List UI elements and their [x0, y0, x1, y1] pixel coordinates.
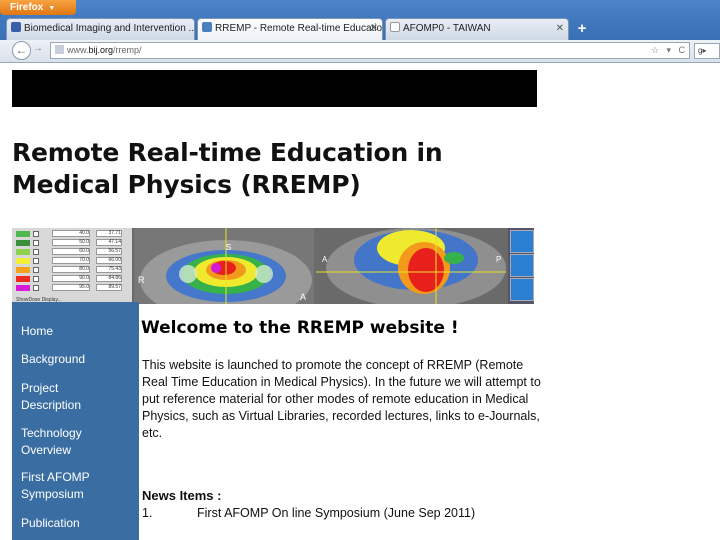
view-thumbnails	[508, 228, 534, 304]
url-prefix: www.	[67, 45, 89, 55]
isodose-row: 40.0 37.71	[12, 230, 132, 238]
url-path: /rremp/	[113, 45, 142, 55]
tab-favicon-icon	[11, 22, 21, 32]
reload-icon[interactable]: C	[679, 45, 686, 55]
close-tab-icon[interactable]: ✕	[370, 19, 378, 39]
browser-titlebar: Firefox ▼ Biomedical Imaging and Interven…	[0, 0, 720, 40]
isodose-row: 50.0 47.14	[12, 239, 132, 247]
search-box[interactable]: g▸	[694, 43, 720, 59]
new-tab-button[interactable]: +	[572, 19, 592, 39]
isodose-percent: 95.0	[52, 284, 90, 291]
welcome-heading: Welcome to the RREMP website !	[141, 318, 459, 338]
forward-button[interactable]: →	[33, 43, 43, 54]
isodose-percent: 50.0	[52, 239, 90, 246]
nav-technology-overview[interactable]: Technology Overview	[21, 425, 121, 459]
tab-afomp-taiwan[interactable]: AFOMP0 - TAIWAN ✕	[385, 18, 569, 40]
isodose-color-swatch	[16, 231, 30, 237]
tab-rremp[interactable]: RREMP - Remote Real-time Education ... ✕	[197, 18, 383, 40]
isodose-percent: 60.0	[52, 248, 90, 255]
svg-text:A: A	[322, 255, 328, 264]
history-dropdown-icon[interactable]: ▾	[666, 45, 671, 55]
isodose-percent: 80.0	[52, 266, 90, 273]
tab-biomedical-imaging[interactable]: Biomedical Imaging and Intervention ...	[6, 18, 195, 40]
isodose-color-swatch	[16, 267, 30, 273]
news-heading: News Items :	[142, 488, 222, 503]
isodose-color-swatch	[16, 249, 30, 255]
isodose-row: 90.0 84.86	[12, 275, 132, 283]
nav-project-description[interactable]: Project Description	[21, 380, 113, 414]
isodose-color-swatch	[16, 240, 30, 246]
dropdown-caret-icon: ▼	[48, 5, 56, 12]
tab-label: AFOMP0 - TAIWAN	[403, 23, 491, 34]
navigation-toolbar: ← → www.bij.org/rremp/ ☆ ▾ C g▸	[0, 40, 720, 63]
site-title: Remote Real-time Education in Medical Ph…	[12, 137, 552, 201]
tab-favicon-icon	[390, 22, 400, 32]
nav-publication[interactable]: Publication	[21, 515, 136, 532]
close-tab-icon[interactable]: ✕	[556, 19, 564, 39]
firefox-menu-button[interactable]: Firefox ▼	[0, 0, 76, 15]
axial-ct-slice-image: R S A	[134, 228, 314, 304]
news-item-number: 1.	[142, 506, 153, 520]
isodose-checkbox	[33, 240, 39, 246]
isodose-value: 37.71	[96, 230, 122, 237]
isodose-value: 56.57	[96, 248, 122, 255]
svg-text:S: S	[226, 243, 231, 252]
svg-text:A: A	[300, 292, 306, 302]
isodose-color-swatch	[16, 258, 30, 264]
isodose-checkbox	[33, 249, 39, 255]
isodose-row: 70.0 66.00	[12, 257, 132, 265]
nav-first-afomp-symposium[interactable]: First AFOMP Symposium	[21, 469, 101, 503]
isodose-row: 80.0 75.43	[12, 266, 132, 274]
tab-favicon-icon	[202, 22, 212, 32]
news-item[interactable]: 1. First AFOMP On line Symposium (June Se…	[142, 506, 542, 520]
view-thumbnail-icon	[510, 254, 534, 277]
url-domain: bij.org	[88, 45, 114, 55]
tab-label: Biomedical Imaging and Intervention ...	[24, 23, 195, 34]
isodose-value: 75.43	[96, 266, 122, 273]
nav-background[interactable]: Background	[21, 351, 136, 368]
view-thumbnail-icon	[510, 230, 534, 253]
isodose-row: 60.0 56.57	[12, 248, 132, 256]
tab-label: RREMP - Remote Real-time Education ...	[215, 23, 383, 34]
sidebar-nav: Home Background Project Description Tech…	[12, 302, 139, 540]
isodose-checkbox	[33, 267, 39, 273]
isodose-percent: 40.0	[52, 230, 90, 237]
top-banner	[12, 70, 537, 107]
isodose-value: 89.57	[96, 284, 122, 291]
url-tools: ☆ ▾ C	[646, 43, 685, 58]
isodose-percent: 90.0	[52, 275, 90, 282]
address-bar[interactable]: www.bij.org/rremp/ ☆ ▾ C	[50, 42, 690, 59]
site-title-line2: Medical Physics (RREMP)	[12, 170, 361, 199]
isodose-value: 66.00	[96, 257, 122, 264]
isodose-value: 47.14	[96, 239, 122, 246]
back-button[interactable]: ←	[12, 41, 31, 60]
bookmark-star-icon[interactable]: ☆	[651, 45, 659, 55]
site-identity-icon	[55, 45, 64, 54]
svg-text:P: P	[496, 255, 501, 264]
svg-text:R: R	[138, 275, 145, 285]
intro-paragraph: This website is launched to promote the …	[142, 358, 541, 440]
isodose-checkbox	[33, 276, 39, 282]
isodose-color-swatch	[16, 276, 30, 282]
news-item-text: First AFOMP On line Symposium (June Sep …	[197, 506, 476, 520]
isodose-table: 40.0 37.71 50.0 47.14 60.0 56.57 70.0 66.00 …	[12, 228, 132, 304]
nav-home[interactable]: Home	[21, 323, 136, 340]
isodose-percent: 70.0	[52, 257, 90, 264]
isodose-checkbox	[33, 231, 39, 237]
isodose-color-swatch	[16, 285, 30, 291]
isodose-checkbox	[33, 258, 39, 264]
isodose-checkbox	[33, 285, 39, 291]
dose-distribution-banner-image: 40.0 37.71 50.0 47.14 60.0 56.57 70.0 66.00 …	[12, 228, 534, 304]
back-arrow-icon: ←	[15, 43, 28, 57]
isodose-row: 95.0 89.57	[12, 284, 132, 292]
view-thumbnail-icon	[510, 278, 534, 301]
site-title-line1: Remote Real-time Education in	[12, 138, 443, 167]
firefox-menu-label: Firefox	[10, 2, 44, 13]
isodose-value: 84.86	[96, 275, 122, 282]
sagittal-ct-slice-image: A P	[316, 228, 506, 304]
